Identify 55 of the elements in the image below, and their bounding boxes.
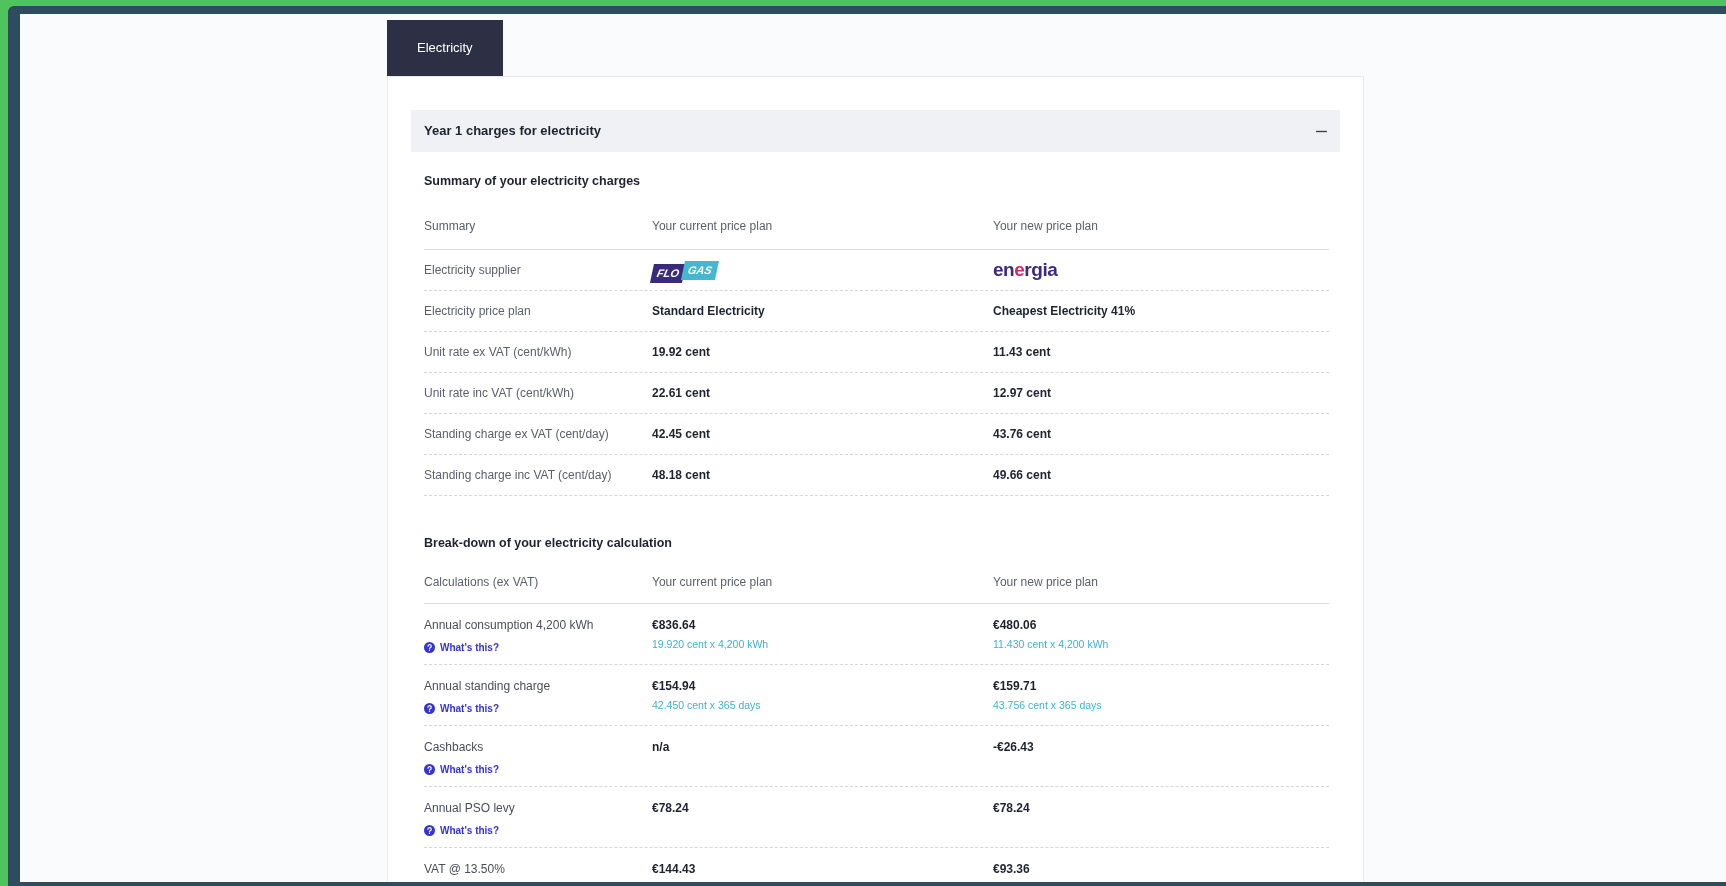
amount: €836.64 [652, 616, 697, 634]
row-label: Cashbacks [424, 738, 485, 756]
amount: €78.24 [993, 799, 1031, 817]
column-header: Your new price plan [993, 217, 1099, 235]
table-cell-text: 19.92 cent [652, 343, 712, 361]
row-label: Electricity supplier [424, 261, 522, 279]
help-link[interactable]: What's this? [424, 639, 500, 655]
amount: €78.24 [652, 799, 690, 817]
help-icon [424, 824, 435, 836]
row-label: Annual PSO levy [424, 799, 516, 817]
row-label: Annual standing charge [424, 677, 552, 695]
row-label: Unit rate inc VAT (cent/kWh) [424, 384, 576, 402]
row-label: Unit rate ex VAT (cent/kWh) [424, 343, 573, 361]
help-icon [424, 702, 435, 714]
tab[interactable]: Electricity [387, 20, 503, 76]
accordion-header[interactable]: Year 1 charges for electricity [411, 110, 1340, 152]
amount: €144.43 [652, 860, 697, 878]
amount: -€26.43 [993, 738, 1035, 756]
calculation-detail: 43.756 cent x 365 days [993, 697, 1103, 713]
column-header: Your new price plan [993, 573, 1099, 591]
calculation-detail: 42.450 cent x 365 days [652, 697, 762, 713]
section-title: Summary of your electricity charges [424, 173, 642, 190]
table-cell-text: 22.61 cent [652, 384, 712, 402]
table-cell-text: 12.97 cent [993, 384, 1053, 402]
amount: €154.94 [652, 677, 697, 695]
row-label: Electricity price plan [424, 302, 532, 320]
column-header: Your current price plan [652, 573, 774, 591]
table-cell-text: 42.45 cent [652, 425, 712, 443]
help-link[interactable]: What's this? [424, 700, 500, 716]
section-title: Break-down of your electricity calculation [424, 534, 673, 552]
table-cell-text: 49.66 cent [993, 466, 1053, 484]
column-header: Calculations (ex VAT) [424, 573, 540, 591]
table-cell-text: 48.18 cent [652, 466, 712, 484]
row-label: Standing charge ex VAT (cent/day) [424, 425, 610, 443]
help-link[interactable]: What's this? [424, 761, 500, 777]
supplier-logo: FLO GAS [652, 258, 993, 281]
column-header: Your current price plan [652, 217, 774, 235]
row-label: Annual consumption 4,200 kWh [424, 616, 595, 634]
supplier-logo: energia [993, 260, 1059, 280]
table-cell-text: Standard Electricity [652, 302, 766, 320]
amount: €93.36 [993, 860, 1031, 878]
column-header: Summary [424, 217, 477, 235]
table-cell-text: 43.76 cent [993, 425, 1053, 443]
amount: €480.06 [993, 616, 1038, 634]
help-icon [424, 763, 435, 775]
calculation-detail: 19.920 cent x 4,200 kWh [652, 636, 770, 652]
calculation-detail: 11.430 cent x 4,200 kWh [993, 636, 1110, 652]
row-label: Standing charge inc VAT (cent/day) [424, 466, 613, 484]
row-label: VAT @ 13.50% [424, 860, 506, 878]
amount: n/a [652, 738, 671, 756]
help-icon [424, 641, 435, 653]
table-cell-text: Cheapest Electricity 41% [993, 302, 1137, 320]
table-cell-text: 11.43 cent [993, 343, 1052, 361]
amount: €159.71 [993, 677, 1038, 695]
help-link[interactable]: What's this? [424, 822, 500, 838]
